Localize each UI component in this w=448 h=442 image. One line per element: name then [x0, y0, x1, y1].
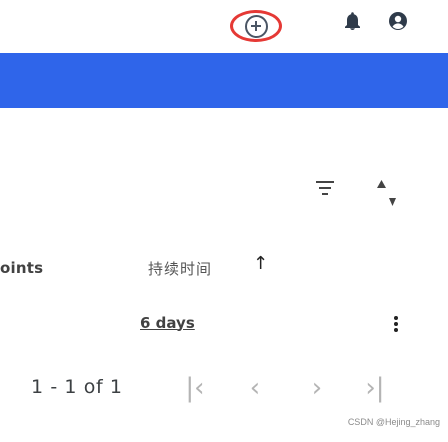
notification-bell-icon[interactable] [345, 12, 360, 30]
duration-value[interactable]: 6 days [140, 314, 195, 332]
menu-dot-top [394, 316, 398, 320]
more-vert-icon[interactable] [394, 316, 398, 332]
add-button[interactable] [230, 10, 282, 42]
csdn-watermark: CSDN @Hejing_zhang [347, 417, 440, 427]
first-page-icon[interactable]: |‹ [181, 374, 209, 402]
cloud-console-page: oints 持续时间 ↑ 6 days 1 - 1 of 1 |‹ ‹ › ›|… [0, 0, 448, 442]
header-blue-band [0, 53, 448, 108]
table-row: 6 days [0, 300, 448, 346]
last-page-icon[interactable]: ›| [361, 374, 389, 402]
menu-dot-middle [394, 322, 398, 326]
sort-up-icon[interactable] [377, 180, 386, 188]
account-circle-icon[interactable] [389, 12, 407, 30]
table-controls [0, 164, 448, 234]
chevron-left-icon[interactable]: ‹ [241, 374, 269, 402]
table-header-row: oints 持续时间 ↑ [0, 246, 448, 286]
pagination: 1 - 1 of 1 |‹ ‹ › ›| [0, 368, 448, 408]
filter-list-icon[interactable] [316, 180, 334, 197]
chevron-right-icon[interactable]: › [303, 374, 331, 402]
top-app-bar [0, 0, 448, 108]
points-column-header: oints [0, 259, 44, 277]
menu-dot-bottom [394, 328, 398, 332]
pagination-range: 1 - 1 of 1 [31, 376, 123, 398]
duration-column-header[interactable]: 持续时间 [148, 258, 212, 279]
sort-arrow-up-icon[interactable]: ↑ [253, 253, 268, 274]
add-circle-icon [244, 14, 268, 38]
sort-down-icon[interactable] [389, 198, 396, 206]
